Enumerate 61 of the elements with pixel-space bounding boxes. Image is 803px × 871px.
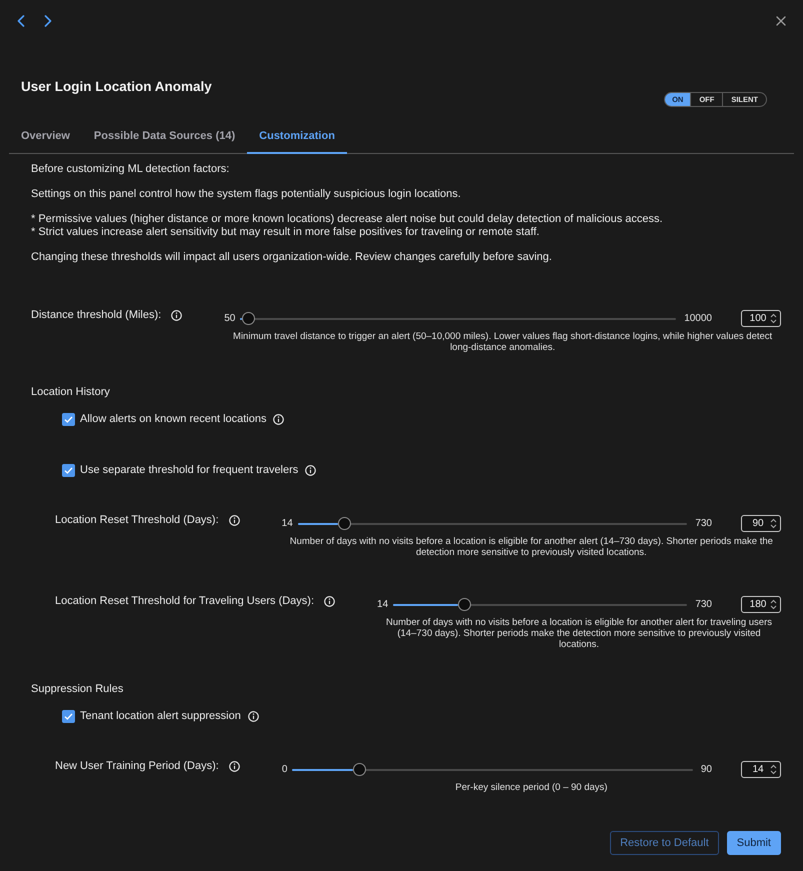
intro-text: Changing these thresholds will impact all users organization-wide. Review changes carefully before saving. <box>31 251 553 264</box>
slider-min-label: 14 <box>377 598 388 610</box>
slider-min-label: 14 <box>282 518 293 530</box>
spinner-icon[interactable] <box>770 518 777 529</box>
intro-text: Before customizing ML detection factors: <box>31 163 230 176</box>
submit-button[interactable]: Submit <box>726 831 781 855</box>
info-icon[interactable] <box>305 464 316 476</box>
checkbox-label: Allow alerts on known recent locations <box>80 412 266 426</box>
setting-label: Distance threshold (Miles): <box>31 309 162 322</box>
slider-track[interactable] <box>393 598 688 611</box>
slider-max-label: 730 <box>695 518 712 530</box>
tab[interactable]: Customization <box>247 119 347 154</box>
slider-max-label: 10000 <box>684 312 712 324</box>
section-heading: Location History <box>31 386 111 399</box>
checkbox-label: Use separate threshold for frequent travelers <box>80 464 298 476</box>
tab[interactable]: Possible Data Sources (14) <box>82 119 248 154</box>
slider-track[interactable] <box>240 312 676 325</box>
info-icon[interactable] <box>248 710 259 722</box>
setting-label: Location Reset Threshold (Days): <box>55 514 219 527</box>
setting-label: Location Reset Threshold for Traveling Users (Days): <box>55 595 314 608</box>
slider-track[interactable] <box>298 517 688 530</box>
info-icon[interactable] <box>171 310 182 321</box>
slider-thumb[interactable] <box>242 312 256 325</box>
spinner-icon[interactable] <box>770 313 777 324</box>
restore-button[interactable]: Restore to Default <box>610 831 719 855</box>
section-heading: Suppression Rules <box>31 683 124 696</box>
spinner-icon[interactable] <box>770 599 777 610</box>
checkbox[interactable] <box>62 412 75 426</box>
setting-description: Number of days with no visits before a location is eligible for another alert (14–730 days). Shorter periods make the detection more sensitive to previously visited locations. <box>288 536 774 558</box>
chevron-left-icon[interactable] <box>17 15 25 27</box>
slider-thumb[interactable] <box>352 763 366 776</box>
slider-thumb[interactable] <box>338 517 351 530</box>
number-field[interactable]: 100 <box>741 310 781 327</box>
spinner-icon[interactable] <box>770 764 777 775</box>
close-icon[interactable] <box>776 16 786 26</box>
setting-description: Per-key silence period (0 – 90 days) <box>454 782 608 793</box>
info-icon[interactable] <box>273 414 284 424</box>
intro-text: * Strict values increase alert sensitivity but may result in more false positives for traveling or remote staff. <box>31 226 540 239</box>
setting-description: Number of days with no visits before a location is eligible for another alert for traveling users (14–730 days). Shorter periods make the detection more sensitive to previously visited locations. <box>385 617 773 650</box>
setting-label: New User Training Period (Days): <box>55 760 219 773</box>
number-field[interactable]: 90 <box>741 515 781 532</box>
slider-max-label: 730 <box>695 598 712 610</box>
slider-min-label: 0 <box>282 764 288 776</box>
checkbox[interactable] <box>62 710 75 722</box>
slider-min-label: 50 <box>224 312 236 324</box>
slider-max-label: 90 <box>700 764 712 776</box>
number-field[interactable]: 180 <box>741 596 781 613</box>
slider-track[interactable] <box>292 763 693 776</box>
chevron-right-icon[interactable] <box>44 15 52 27</box>
info-icon[interactable] <box>228 515 240 526</box>
page-title: User Login Location Anomaly <box>21 78 212 95</box>
checkbox-label: Tenant location alert suppression <box>80 710 241 722</box>
checkbox[interactable] <box>62 464 75 476</box>
number-field[interactable]: 14 <box>741 761 781 778</box>
tab[interactable]: Overview <box>9 119 82 154</box>
info-icon[interactable] <box>324 596 336 607</box>
info-icon[interactable] <box>228 761 240 772</box>
setting-description: Minimum travel distance to trigger an alert (50–10,000 miles). Lower values flag short-distance logins, while higher values detect long-distance anomalies. <box>232 331 774 353</box>
intro-text: * Permissive values (higher distance or more known locations) decrease alert noise but could delay detection of malicious access. <box>31 213 664 226</box>
slider-thumb[interactable] <box>458 598 472 611</box>
intro-text: Settings on this panel control how the system flags potentially suspicious login locations. <box>31 188 462 201</box>
